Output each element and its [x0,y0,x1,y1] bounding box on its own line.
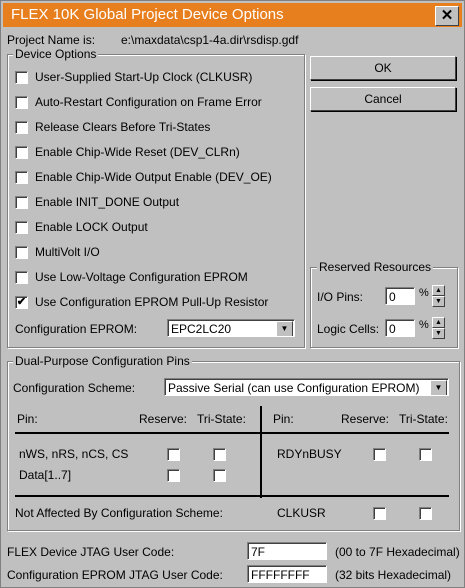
reserve-checkbox[interactable] [373,448,386,461]
tristate-checkbox[interactable] [419,448,432,461]
reserve-checkbox[interactable] [373,507,386,520]
io-pins-label: I/O Pins: [317,290,364,304]
spin-down-icon[interactable]: ▼ [432,296,445,307]
option-checkbox[interactable] [15,271,28,284]
flex-jtag-label: FLEX Device JTAG User Code: [7,545,175,559]
eprom-jtag-input[interactable]: FFFFFFFF [247,565,327,583]
option-label: Use Low-Voltage Configuration EPROM [35,270,248,284]
flex-jtag-hint: (00 to 7F Hexadecimal) [335,545,460,559]
flex-jtag-input[interactable]: 7F [247,542,327,560]
project-name-label: Project Name is: [7,33,96,47]
close-button[interactable]: ✕ [435,6,459,26]
config-scheme-label: Configuration Scheme: [13,381,136,395]
tristate-checkbox[interactable] [213,448,226,461]
config-scheme-value: Passive Serial (can use Configuration EP… [168,381,420,395]
eprom-jtag-label: Configuration EPROM JTAG User Code: [7,568,223,582]
config-scheme-select[interactable]: Passive Serial (can use Configuration EP… [164,378,449,396]
option-label: Release Clears Before Tri-States [35,120,211,134]
dual-purpose-title: Dual-Purpose Configuration Pins [13,354,192,368]
option-checkbox-checked[interactable]: ✔ [15,296,28,309]
title-bar[interactable]: FLEX 10K Global Project Device Options ✕ [3,3,462,27]
project-path: e:\maxdata\csp1-4a.dir\rsdisp.gdf [121,33,299,47]
tristate-checkbox[interactable] [419,507,432,520]
option-label: Enable Chip-Wide Output Enable (DEV_OE) [35,170,272,184]
device-options-title: Device Options [13,47,99,61]
config-eprom-label: Configuration EPROM: [15,322,138,336]
spin-up-icon[interactable]: ▲ [432,317,445,328]
dialog-window: FLEX 10K Global Project Device Options ✕… [0,0,465,588]
eprom-jtag-hint: (32 bits Hexadecimal) [335,568,452,582]
pin-name: nWS, nRS, nCS, CS [19,447,129,461]
right-pin-header: Pin: [273,412,294,426]
header-divider [15,432,449,434]
dropdown-arrow-icon[interactable]: ▼ [276,321,293,336]
logic-cells-percent: % [419,319,429,331]
tristate-checkbox[interactable] [213,469,226,482]
option-label: Enable LOCK Output [35,220,148,234]
dropdown-arrow-icon[interactable]: ▼ [430,380,447,395]
option-label: MultiVolt I/O [35,245,100,259]
spin-down-icon[interactable]: ▼ [432,328,445,339]
cancel-button[interactable]: Cancel [310,87,456,111]
window-title: FLEX 10K Global Project Device Options [11,6,284,23]
option-label: Enable INIT_DONE Output [35,195,180,209]
option-label: Use Configuration EPROM Pull-Up Resistor [35,295,269,309]
ok-button[interactable]: OK [310,56,456,80]
io-pins-input[interactable]: 0 [385,287,415,305]
right-tristate-header: Tri-State: [399,412,448,426]
pin-name: CLKUSR [277,506,326,520]
pin-name: Data[1..7] [19,468,72,482]
option-checkbox[interactable] [15,96,28,109]
logic-cells-label: Logic Cells: [317,322,380,336]
option-checkbox[interactable] [15,146,28,159]
option-checkbox[interactable] [15,171,28,184]
io-pins-percent: % [419,287,429,299]
option-checkbox[interactable] [15,246,28,259]
pin-name: RDYnBUSY [277,447,342,461]
not-affected-label: Not Affected By Configuration Scheme: [15,506,223,520]
right-reserve-header: Reserve: [341,412,390,426]
column-divider [260,406,262,498]
logic-cells-input[interactable]: 0 [385,319,415,337]
left-tristate-header: Tri-State: [197,412,246,426]
left-pin-header: Pin: [17,412,38,426]
config-eprom-select[interactable]: EPC2LC20 ▼ [167,319,295,337]
option-checkbox[interactable] [15,221,28,234]
io-pins-spinner[interactable]: ▲ ▼ [432,285,445,307]
reserve-checkbox[interactable] [167,469,180,482]
option-label: Auto-Restart Configuration on Frame Erro… [35,95,262,109]
reserve-checkbox[interactable] [167,448,180,461]
option-checkbox[interactable] [15,196,28,209]
option-checkbox[interactable] [15,121,28,134]
left-reserve-header: Reserve: [139,412,188,426]
option-label: User-Supplied Start-Up Clock (CLKUSR) [35,70,253,84]
logic-cells-spinner[interactable]: ▲ ▼ [432,317,445,339]
config-eprom-value: EPC2LC20 [171,322,232,336]
footer-divider [15,495,449,497]
option-label: Enable Chip-Wide Reset (DEV_CLRn) [35,145,240,159]
option-checkbox[interactable] [15,71,28,84]
spin-up-icon[interactable]: ▲ [432,285,445,296]
reserved-resources-title: Reserved Resources [317,260,434,274]
